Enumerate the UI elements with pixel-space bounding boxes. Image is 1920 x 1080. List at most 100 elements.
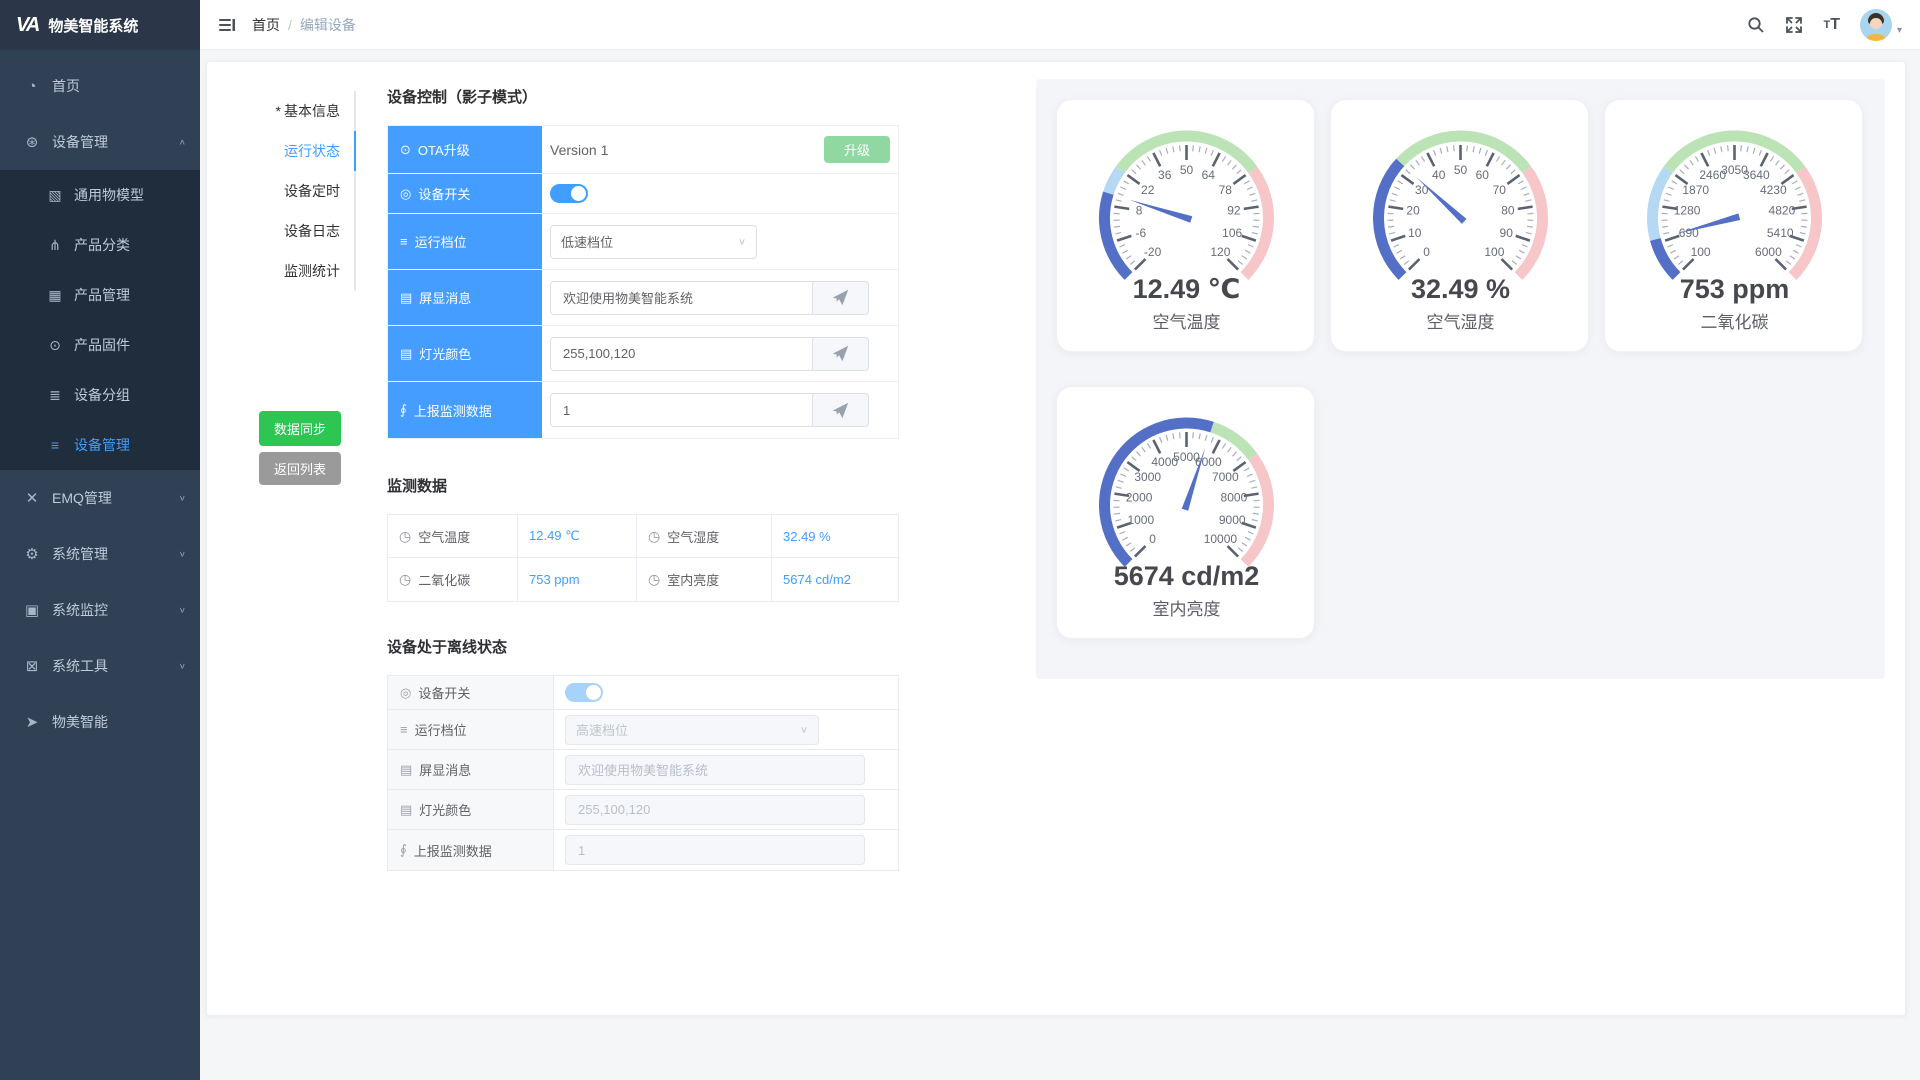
offline-device-switch-toggle[interactable]: [565, 683, 603, 702]
send-report-button[interactable]: [812, 393, 869, 427]
sidebar-item-product-management[interactable]: ▦产品管理: [0, 270, 200, 320]
tab-4[interactable]: 监测统计: [226, 251, 354, 291]
light-color-icon: ▤: [400, 802, 412, 818]
product-category-icon: ⋔: [44, 237, 66, 254]
tab-0[interactable]: *基本信息: [226, 91, 354, 131]
svg-text:50: 50: [1454, 163, 1468, 177]
sidebar-item-system-management[interactable]: ⚙系统管理∨: [0, 526, 200, 582]
svg-text:100: 100: [1691, 245, 1711, 259]
sidebar-item-device-management[interactable]: ⊛设备管理∧: [0, 114, 200, 170]
report-input[interactable]: [550, 393, 812, 427]
svg-text:4230: 4230: [1760, 183, 1787, 197]
offline-message-input[interactable]: [565, 755, 865, 785]
sidebar-item-wumei-smart[interactable]: ➤物美智能: [0, 694, 200, 750]
gear-level-icon: ≡: [400, 722, 408, 737]
report-label: 上报监测数据: [414, 401, 492, 420]
svg-text:1000: 1000: [1127, 513, 1154, 527]
send-message-button[interactable]: [812, 281, 869, 315]
sidebar-item-product-firmware[interactable]: ⊙产品固件: [0, 320, 200, 370]
monitor-table: ◷空气温度 12.49 ℃ ◷空气湿度 32.49 % ◷二氧化碳 753 pp…: [387, 514, 899, 602]
message-row: ▤屏显消息: [388, 270, 898, 326]
monitor-title: 监测数据: [387, 475, 899, 496]
light-color-input[interactable]: [550, 337, 812, 371]
gear-row: ≡运行档位 低速档位∨: [388, 214, 898, 270]
offline-gear-row: ≡运行档位 高速档位∨: [388, 710, 898, 750]
sidebar-menu: ◔首页⊛设备管理∧▧通用物模型⋔产品分类▦产品管理⊙产品固件≣设备分组≡设备管理…: [0, 50, 200, 1080]
sidebar-item-emq-management[interactable]: ✕EMQ管理∨: [0, 470, 200, 526]
light-color-icon: ▤: [400, 346, 412, 362]
svg-text:-6: -6: [1135, 226, 1146, 240]
logo[interactable]: VA 物美智能系统: [0, 0, 200, 50]
svg-text:3000: 3000: [1134, 470, 1161, 484]
gauge-label: 空气湿度: [1427, 313, 1495, 332]
tab-2[interactable]: 设备定时: [226, 171, 354, 211]
gear-level-select[interactable]: 低速档位∨: [550, 225, 757, 259]
send-light-color-button[interactable]: [812, 337, 869, 371]
tab-1[interactable]: 运行状态: [226, 131, 354, 171]
tab-3[interactable]: 设备日志: [226, 211, 354, 251]
svg-text:100: 100: [1484, 245, 1504, 259]
meter-icon: ◷: [648, 571, 660, 588]
breadcrumb-home[interactable]: 首页: [252, 15, 280, 35]
svg-text:1870: 1870: [1682, 183, 1709, 197]
firmware-version: Version 1: [550, 142, 608, 158]
wumei-smart-icon: ➤: [20, 713, 44, 731]
svg-text:30: 30: [1415, 183, 1429, 197]
back-to-list-button[interactable]: 返回列表: [259, 452, 341, 485]
sidebar-item-system-monitor[interactable]: ▣系统监控∨: [0, 582, 200, 638]
fullscreen-icon[interactable]: [1785, 16, 1803, 34]
sidebar-item-thing-model[interactable]: ▧通用物模型: [0, 170, 200, 220]
gauge-value: 5674 cd/m2: [1114, 561, 1260, 591]
switch-icon: ◎: [400, 685, 411, 701]
sidebar-item-system-tools[interactable]: ⊠系统工具∨: [0, 638, 200, 694]
chevron-icon: ∨: [179, 494, 186, 503]
offline-light-color-input[interactable]: [565, 795, 865, 825]
svg-text:-20: -20: [1144, 245, 1162, 259]
svg-text:36: 36: [1158, 168, 1172, 182]
message-label: 屏显消息: [419, 288, 471, 307]
svg-text:5410: 5410: [1767, 226, 1794, 240]
offline-title: 设备处于离线状态: [387, 636, 899, 657]
sidebar-item-home[interactable]: ◔首页: [0, 58, 200, 114]
font-size-icon[interactable]: TT: [1823, 16, 1840, 34]
data-sync-button[interactable]: 数据同步: [259, 411, 341, 446]
shadow-form-title: 设备控制（影子模式）: [387, 86, 899, 107]
search-icon[interactable]: [1747, 16, 1765, 34]
switch-row: ◎设备开关: [388, 174, 898, 214]
offline-gear-level-select[interactable]: 高速档位∨: [565, 715, 819, 745]
monitor-value: 5674 cd/m2: [772, 558, 900, 601]
gauge-air-temperature: -20-6822365064789210612012.49 ℃空气温度: [1056, 99, 1315, 352]
svg-text:8: 8: [1136, 204, 1143, 218]
upgrade-button[interactable]: 升级: [824, 136, 890, 163]
svg-text:4820: 4820: [1769, 204, 1796, 218]
offline-report-input[interactable]: [565, 835, 865, 865]
device-group-icon: ≣: [44, 387, 66, 404]
sidebar-item-product-category[interactable]: ⋔产品分类: [0, 220, 200, 270]
svg-text:78: 78: [1219, 183, 1233, 197]
ota-icon: ⊙: [400, 142, 411, 158]
device-switch-toggle[interactable]: [550, 184, 588, 203]
user-menu[interactable]: ▾: [1860, 9, 1902, 41]
thing-model-icon: ▧: [44, 187, 66, 204]
gauge-label: 室内亮度: [1153, 600, 1221, 619]
device-list-icon: ≡: [44, 437, 66, 453]
monitor-label: 二氧化碳: [418, 570, 470, 589]
svg-text:106: 106: [1222, 226, 1242, 240]
monitor-value: 32.49 %: [772, 515, 900, 558]
home-icon: ◔: [20, 78, 44, 95]
switch-label: 设备开关: [418, 184, 470, 203]
emq-management-icon: ✕: [20, 489, 44, 507]
gauge-value: 32.49 %: [1411, 274, 1510, 304]
sidebar-fold-icon[interactable]: [218, 16, 236, 34]
svg-text:70: 70: [1493, 183, 1507, 197]
sidebar-item-device-group[interactable]: ≣设备分组: [0, 370, 200, 420]
offline-table: ◎设备开关 ≡运行档位 高速档位∨ ▤屏显消息: [387, 675, 899, 871]
svg-text:80: 80: [1501, 204, 1515, 218]
shadow-control-table: ⊙OTA升级 Version 1 升级 ◎设备开关 ≡运行档位: [387, 125, 899, 439]
message-input[interactable]: [550, 281, 812, 315]
sidebar-item-device-list[interactable]: ≡设备管理: [0, 420, 200, 470]
gauge-air-humidity: 010203040506070809010032.49 %空气湿度: [1330, 99, 1589, 352]
avatar[interactable]: [1860, 9, 1892, 41]
gauge-label: 空气温度: [1153, 313, 1221, 332]
meter-icon: ◷: [399, 528, 411, 545]
